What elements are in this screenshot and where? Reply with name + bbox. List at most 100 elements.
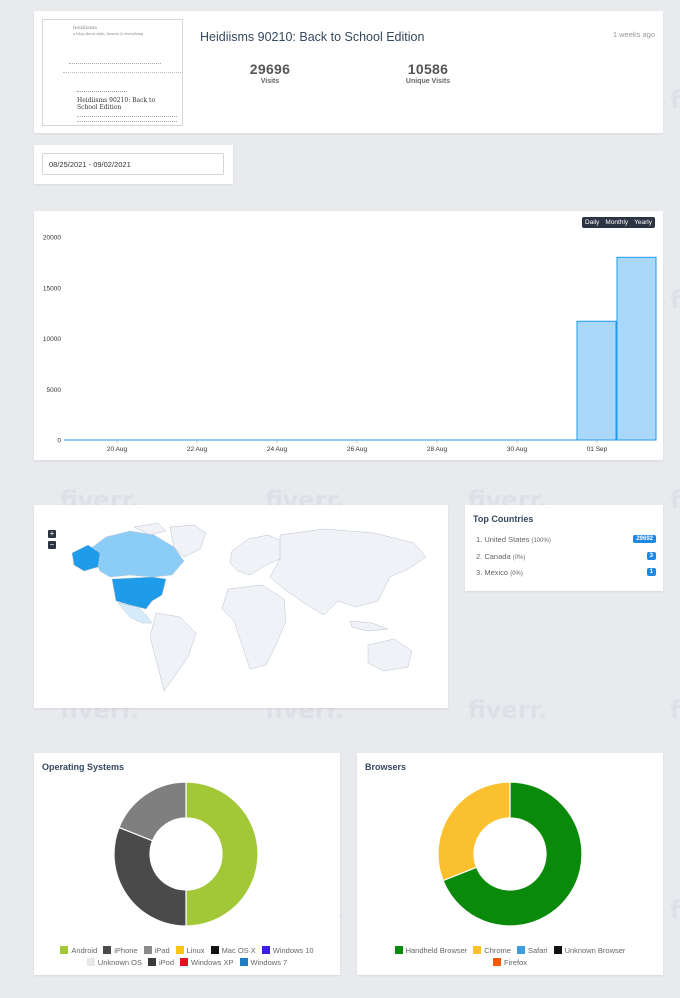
- legend-item-unknown-browser[interactable]: Unknown Browser: [553, 945, 626, 957]
- thumbnail-post-title: Heidiisms 90210: Back to School Edition: [77, 97, 156, 111]
- legend-swatch: [175, 946, 184, 954]
- world-map[interactable]: [34, 505, 448, 708]
- slice-iphone[interactable]: [113, 826, 187, 927]
- visits-bar-chart: 0 5000 10000 15000 20000 20 Aug 22 Aug 24 Aug 26…: [43, 235, 657, 453]
- legend-label: Android: [71, 946, 98, 955]
- slice-android[interactable]: [185, 781, 259, 927]
- watermark-text: fiverr.: [670, 896, 680, 924]
- legend-item-mac-os-x[interactable]: Mac OS X: [210, 945, 256, 957]
- legend-swatch: [239, 958, 248, 966]
- operating-systems-title: Operating Systems: [42, 762, 125, 772]
- unique-visits-label: Unique Visits: [405, 78, 451, 85]
- x-tick-label: 26 Aug: [347, 446, 368, 453]
- y-tick-label: 10000: [43, 336, 61, 343]
- legend-label: Linux: [186, 946, 205, 955]
- legend-swatch: [473, 946, 482, 954]
- post-header-card: heidiisms a blog about style, beauty & e…: [34, 11, 663, 133]
- legend-label: Safari: [527, 946, 548, 955]
- legend-item-ipod[interactable]: iPod: [147, 957, 174, 969]
- legend-label: Handheld Browser: [405, 946, 468, 955]
- legend-label: Windows 7: [250, 958, 288, 967]
- country-row[interactable]: 2. Canada (0%) 3: [476, 552, 656, 561]
- legend-label: iPad: [154, 946, 170, 955]
- watermark-text: fiverr.: [670, 86, 680, 114]
- slice-ipad[interactable]: [118, 781, 187, 842]
- y-tick-label: 20000: [43, 235, 61, 242]
- legend-swatch: [516, 946, 525, 954]
- unique-visits-stat: 10586 Unique Visits: [383, 61, 473, 85]
- x-tick-label: 20 Aug: [107, 446, 128, 453]
- legend-swatch: [261, 946, 270, 954]
- browsers-legend: Handheld Browser Chrome Safari Unknown Brow…: [357, 945, 663, 969]
- legend-label: Unknown OS: [97, 958, 142, 967]
- watermark-text: fiverr.: [670, 696, 680, 724]
- country-row[interactable]: 3. Mexico (0%) 1: [476, 568, 656, 577]
- map-africa: [221, 584, 287, 670]
- browsers-card: Browsers Handheld Browser Chrome Safari Unk…: [357, 753, 663, 975]
- country-pct: (0%): [512, 555, 526, 561]
- legend-item-safari[interactable]: Safari: [516, 945, 548, 957]
- browsers-title: Browsers: [365, 762, 407, 772]
- date-range-input[interactable]: 08/25/2021 - 09/02/2021: [42, 153, 224, 175]
- country-row[interactable]: 1. United States (100%) 29692: [476, 535, 656, 544]
- legend-label: Firefox: [504, 958, 527, 967]
- y-tick-label: 15000: [43, 285, 61, 292]
- legend-item-android[interactable]: Android: [60, 945, 97, 957]
- map-south-america: [149, 612, 197, 692]
- legend-swatch: [210, 946, 219, 954]
- country-count-badge: 1: [646, 568, 656, 576]
- legend-item-windows-xp[interactable]: Windows XP: [180, 957, 234, 969]
- legend-label: iPod: [158, 958, 174, 967]
- y-tick-label: 5000: [47, 387, 62, 394]
- y-tick-label: 0: [57, 438, 61, 445]
- post-title[interactable]: Heidiisms 90210: Back to School Edition: [200, 30, 424, 44]
- slice-chrome[interactable]: [437, 781, 511, 882]
- legend-item-unknown-os[interactable]: Unknown OS: [86, 957, 142, 969]
- post-time-ago: 1 weeks ago: [612, 30, 655, 39]
- operating-systems-legend: Android iPhone iPad Linux Mac OS X Windows 10…: [34, 945, 340, 969]
- thumbnail-nav: [69, 63, 161, 65]
- x-tick-label: 01 Sep: [587, 446, 608, 453]
- legend-item-iphone[interactable]: iPhone: [103, 945, 138, 957]
- x-tick-label: 30 Aug: [507, 446, 528, 453]
- legend-item-chrome[interactable]: Chrome: [473, 945, 511, 957]
- x-tick-label: 24 Aug: [267, 446, 288, 453]
- legend-item-windows-7[interactable]: Windows 7: [239, 957, 288, 969]
- legend-label: Windows 10: [272, 946, 314, 955]
- legend-item-linux[interactable]: Linux: [175, 945, 205, 957]
- legend-item-handheld-browser[interactable]: Handheld Browser: [394, 945, 468, 957]
- x-tick-label: 28 Aug: [427, 446, 448, 453]
- legend-swatch: [394, 946, 403, 954]
- legend-swatch: [86, 958, 95, 966]
- visits-chart-card: 0 5000 10000 15000 20000 20 Aug 22 Aug 24 Aug 26…: [34, 211, 663, 460]
- top-countries-card: Top Countries 1. United States (100%) 29…: [465, 505, 663, 591]
- monthly-button[interactable]: Monthly: [602, 217, 631, 228]
- thumbnail-meta: [77, 91, 127, 93]
- legend-item-firefox[interactable]: Firefox: [493, 957, 527, 969]
- legend-item-ipad[interactable]: iPad: [143, 945, 170, 957]
- legend-swatch: [60, 946, 69, 954]
- visits-label: Visits: [260, 78, 280, 85]
- country-pct: (0%): [510, 571, 523, 577]
- operating-systems-donut[interactable]: [34, 773, 340, 953]
- country-name: 2. Canada: [476, 552, 511, 561]
- thumbnail-subnav: [63, 72, 181, 74]
- map-indonesia: [349, 620, 389, 632]
- legend-item-windows-10[interactable]: Windows 10: [261, 945, 314, 957]
- daily-button[interactable]: Daily: [582, 217, 602, 228]
- legend-label: Windows XP: [191, 958, 234, 967]
- legend-label: Chrome: [484, 946, 511, 955]
- thumbnail-body-text: [77, 116, 177, 122]
- legend-label: Unknown Browser: [564, 946, 626, 955]
- country-name: 3. Mexico: [476, 568, 509, 577]
- bar-01-sep[interactable]: [576, 320, 617, 441]
- x-tick-label: 22 Aug: [187, 446, 208, 453]
- post-thumbnail[interactable]: heidiisms a blog about style, beauty & e…: [42, 19, 183, 126]
- legend-swatch: [553, 946, 562, 954]
- yearly-button[interactable]: Yearly: [631, 217, 655, 228]
- bar-02-sep[interactable]: [616, 256, 657, 441]
- country-name: 1. United States: [476, 535, 530, 544]
- country-count-badge: 29692: [633, 535, 656, 543]
- legend-swatch: [180, 958, 188, 966]
- browsers-donut[interactable]: [357, 773, 663, 953]
